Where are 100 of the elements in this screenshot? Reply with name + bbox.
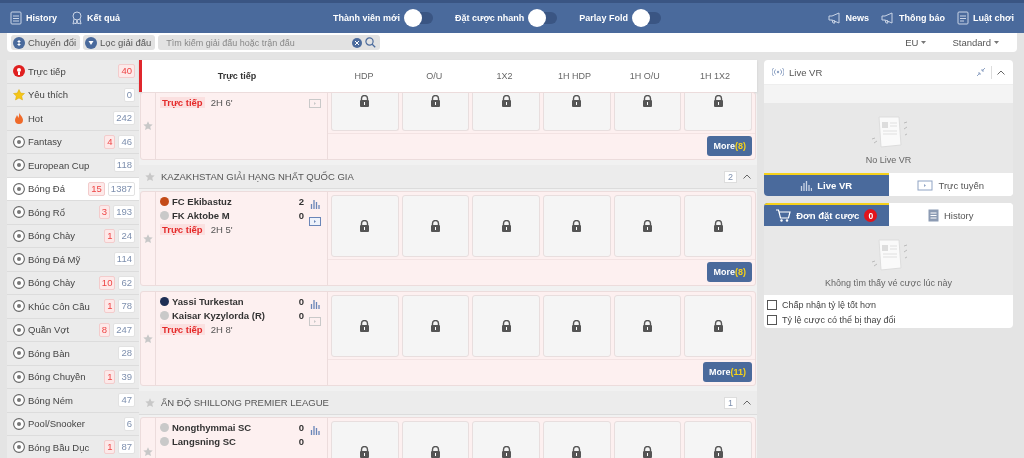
lock-icon (712, 320, 724, 332)
checkbox[interactable] (767, 299, 777, 310)
toolbar-button[interactable]: Chuyển đổi (11, 35, 81, 50)
sidebar-item[interactable]: Bóng Chày 10 62 (7, 271, 139, 295)
sidebar-item[interactable]: European Cup 118 (7, 154, 139, 178)
sidebar-item[interactable]: Bóng Bàn 28 (7, 342, 139, 366)
sidebar-label: Bóng Bàn (28, 347, 71, 359)
sidebar-label: Khúc Côn Cầu (28, 300, 91, 312)
lock-icon (712, 220, 724, 232)
sidebar-label: Fantasy (28, 136, 63, 148)
toggle-switch[interactable] (528, 12, 558, 24)
more-button[interactable]: More(8) (707, 136, 752, 156)
panel-title: Live VR (789, 66, 824, 78)
nav-link[interactable]: Luật chơi (957, 11, 1014, 25)
league-header[interactable]: KAZAKHSTAN GIẢI HẠNG NHẤT QUỐC GIA 2 (139, 165, 757, 189)
toggle-switch[interactable] (403, 12, 433, 24)
toggle-label: Parlay Fold (579, 13, 628, 23)
score: 0 (298, 422, 304, 433)
star-icon[interactable] (143, 333, 153, 344)
live-status: Trực tiếp (160, 97, 205, 108)
lock-icon (571, 320, 583, 332)
shrink-icon[interactable] (976, 67, 986, 77)
ball-icon (13, 323, 25, 336)
toggle-switch[interactable] (631, 12, 661, 24)
sidebar-item[interactable]: Hot 242 (7, 107, 139, 131)
nav-link[interactable]: News (827, 11, 870, 25)
sidebar-label: Bóng Bầu Dục (28, 441, 91, 453)
league-header[interactable]: ẤN ĐỘ SHILLONG PREMIER LEAGUE 1 (139, 391, 757, 415)
team-name: FK Aktobe M (172, 210, 231, 221)
caret-up-icon[interactable] (997, 69, 1005, 75)
live-status: Trực tiếp (160, 224, 205, 235)
live-icon (13, 65, 25, 78)
star-icon[interactable] (143, 121, 153, 131)
score: 2 (298, 196, 304, 207)
team-name: Nongthymmai SC (172, 422, 253, 433)
nav-link[interactable]: Kết quả (71, 11, 121, 25)
star-icon[interactable] (143, 446, 153, 457)
sidebar-item[interactable]: Pool/Snooker 6 (7, 412, 139, 436)
star-icon[interactable] (145, 171, 155, 182)
live-count: 8 (98, 322, 111, 337)
lock-icon (359, 220, 371, 232)
more-button[interactable]: More(8) (707, 262, 752, 282)
match-count: 1 (724, 396, 737, 409)
cart-icon (775, 209, 792, 222)
signal-icon (772, 68, 784, 76)
sidebar-item[interactable]: Bóng Rổ 3 193 (7, 201, 139, 225)
sidebar-item[interactable]: Bóng Đá Mỹ 114 (7, 248, 139, 272)
sidebar-label: Hot (28, 112, 44, 124)
star-icon[interactable] (145, 397, 155, 408)
lock-icon (430, 220, 441, 232)
sidebar-item[interactable]: Bóng Đá 15 1387 (7, 177, 139, 201)
search-field[interactable]: Tìm kiếm giải đấu hoặc trận đấu (158, 35, 381, 50)
clear-icon[interactable] (352, 37, 363, 48)
panel-tab[interactable]: Live VR (764, 173, 889, 196)
sidebar-item[interactable]: Yêu thích 0 (7, 83, 139, 107)
lock-icon (500, 320, 512, 332)
ball-icon (13, 300, 25, 313)
live-stream-icon[interactable] (309, 217, 321, 226)
caret-up-icon[interactable] (743, 400, 751, 405)
sidebar-label: Bóng Đá Mỹ (28, 253, 82, 265)
more-button[interactable]: More(11) (702, 362, 752, 382)
sidebar-item[interactable]: Bóng Bầu Dục 1 87 (7, 436, 139, 458)
nav-link[interactable]: Thông báo (881, 11, 946, 25)
ball-icon (13, 135, 25, 148)
sidebar-item[interactable]: Bóng Ném 47 (7, 389, 139, 413)
count: 193 (113, 205, 135, 220)
count: 247 (113, 322, 135, 337)
search-icon[interactable] (365, 37, 377, 48)
sidebar-item[interactable]: Trực tiếp 40 (7, 60, 139, 84)
live-count: 1 (104, 299, 116, 314)
sidebar-item[interactable]: Quần Vợt 8 247 (7, 318, 139, 342)
caret-icon (994, 41, 999, 44)
nav-link[interactable]: History (10, 11, 57, 25)
ball-icon (13, 253, 25, 266)
document-icon (957, 11, 970, 25)
panel-tab[interactable]: Đơn đặt cược 0 (764, 203, 889, 226)
toolbar-button[interactable]: Lọc giải đấu (83, 35, 156, 50)
currency-icon (13, 36, 25, 49)
count: 114 (113, 252, 135, 267)
count: 0 (123, 87, 135, 102)
stats-icon[interactable] (309, 424, 321, 435)
sidebar-item[interactable]: Bóng Chuyền 1 39 (7, 365, 139, 389)
megaphone-icon (881, 12, 896, 24)
stats-icon[interactable] (309, 298, 321, 309)
dropdown[interactable]: EU (905, 35, 927, 50)
checkbox[interactable] (767, 314, 777, 325)
caret-up-icon[interactable] (743, 174, 751, 179)
sidebar-label: Bóng Chày (28, 230, 76, 242)
sidebar-label: European Cup (28, 159, 91, 171)
sidebar-label: Quần Vợt (28, 324, 71, 336)
star-icon[interactable] (143, 233, 153, 244)
star-icon (13, 88, 25, 101)
team-name: Kaisar Kyzylorda (R) (172, 310, 266, 321)
stats-icon[interactable] (309, 198, 321, 209)
sidebar-item[interactable]: Khúc Côn Cầu 1 78 (7, 295, 139, 319)
dropdown[interactable]: Standard (952, 35, 999, 50)
count: 46 (118, 134, 135, 149)
sidebar-item[interactable]: Bóng Chày 1 24 (7, 224, 139, 248)
sidebar-item[interactable]: Fantasy 4 46 (7, 130, 139, 154)
list-icon (927, 209, 939, 222)
